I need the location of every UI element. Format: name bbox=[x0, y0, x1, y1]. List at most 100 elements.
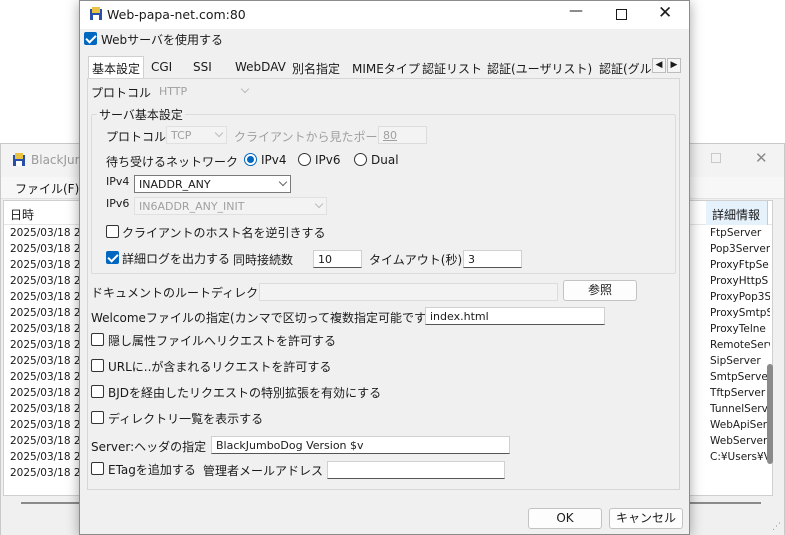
row-detail: TftpServer bbox=[710, 387, 766, 399]
row-detail: SipServer bbox=[710, 355, 761, 367]
close-icon[interactable]: ✕ bbox=[658, 3, 672, 23]
row-detail: WebApiServ bbox=[710, 419, 770, 431]
row-detail: Pop3Server bbox=[710, 243, 770, 255]
client-port-label: クライアントから見たポート bbox=[234, 130, 390, 144]
radio-ipv6-label[interactable]: IPv6 bbox=[315, 153, 341, 167]
concurrent-input[interactable]: 10 bbox=[313, 250, 362, 268]
ipv4-select-value: INADDR_ANY bbox=[139, 178, 211, 191]
server-protocol-select: TCP bbox=[166, 126, 227, 144]
listen-network-label: 待ち受けるネットワーク bbox=[106, 155, 239, 169]
timeout-label: タイムアウト(秒) bbox=[369, 253, 463, 267]
row-date: 2025/03/18 2 bbox=[10, 227, 81, 239]
resize-grip-icon[interactable]: ⋰ bbox=[772, 522, 781, 532]
menu-file[interactable]: ファイル(F) bbox=[15, 180, 79, 197]
doc-root-input[interactable] bbox=[259, 283, 558, 301]
app-icon bbox=[13, 153, 25, 166]
radio-ipv4[interactable] bbox=[244, 153, 257, 166]
browse-button[interactable]: 参照 bbox=[563, 280, 637, 301]
ipv6-select-value: IN6ADDR_ANY_INIT bbox=[139, 200, 245, 213]
protocol-label: プロトコル bbox=[91, 86, 152, 100]
column-header-date[interactable]: 日時 bbox=[10, 206, 34, 223]
row-detail: ProxyFtpSe bbox=[710, 259, 769, 271]
dialog-title: Web-papa-net.com:80 bbox=[107, 7, 246, 22]
row-detail: RemoteServ bbox=[710, 339, 770, 351]
radio-dual-label[interactable]: Dual bbox=[371, 153, 399, 167]
cancel-button[interactable]: キャンセル bbox=[609, 508, 683, 529]
server-header-label: Server:ヘッダの指定 bbox=[91, 440, 207, 454]
row-date: 2025/03/18 2 bbox=[10, 339, 81, 351]
minimize-icon[interactable]: — bbox=[569, 3, 583, 19]
etag-checkbox[interactable] bbox=[91, 462, 104, 475]
row-date: 2025/03/18 2 bbox=[10, 451, 81, 463]
tab-auth-groups[interactable]: 認証(グル bbox=[596, 58, 652, 78]
row-detail: TunnelServ bbox=[710, 403, 768, 415]
row-date: 2025/03/18 2 bbox=[10, 387, 81, 399]
admin-mail-input[interactable] bbox=[327, 461, 505, 479]
tab-scroll-right-icon[interactable]: ▶ bbox=[667, 58, 681, 73]
allow-hidden-label[interactable]: 隠し属性ファイルへリクエストを許可する bbox=[108, 332, 336, 349]
tab-webdav[interactable]: WebDAV bbox=[232, 58, 289, 78]
welcome-input[interactable]: index.html bbox=[425, 307, 605, 325]
tab-auth-list[interactable]: 認証リスト bbox=[419, 58, 485, 78]
groupbox-title: サーバ基本設定 bbox=[97, 106, 185, 123]
row-detail: FtpServer bbox=[710, 227, 762, 239]
tab-mime[interactable]: MIMEタイプ bbox=[349, 58, 423, 78]
row-detail: C:¥Users¥V bbox=[710, 451, 770, 463]
ipv4-select[interactable]: INADDR_ANY bbox=[134, 175, 291, 193]
admin-mail-label: 管理者メールアドレス bbox=[203, 464, 324, 478]
tab-basic[interactable]: 基本設定 bbox=[88, 56, 145, 79]
maximize-icon[interactable] bbox=[711, 153, 721, 163]
tab-auth-users[interactable]: 認証(ユーザリスト) bbox=[484, 58, 595, 78]
row-detail: ProxyHttpS bbox=[710, 275, 769, 287]
vertical-scrollbar[interactable] bbox=[767, 224, 773, 474]
allow-dotdot-checkbox[interactable] bbox=[91, 359, 104, 372]
server-header-input[interactable]: BlackJumboDog Version $v bbox=[211, 436, 510, 454]
column-header-detail[interactable]: 詳細情報 bbox=[706, 201, 768, 225]
radio-dual[interactable] bbox=[354, 153, 367, 166]
etag-label[interactable]: ETagを追加する bbox=[108, 461, 196, 478]
row-date: 2025/03/18 2 bbox=[10, 355, 81, 367]
maximize-icon[interactable] bbox=[616, 9, 627, 20]
row-date: 2025/03/18 2 bbox=[10, 419, 81, 431]
row-date: 2025/03/18 2 bbox=[10, 259, 81, 271]
detail-log-label[interactable]: 詳細ログを出力する bbox=[122, 250, 230, 267]
row-detail: ProxyPop3S bbox=[710, 291, 770, 303]
chevron-down-icon bbox=[240, 84, 250, 94]
use-web-server-label[interactable]: Webサーバを使用する bbox=[101, 31, 223, 48]
reverse-lookup-checkbox[interactable] bbox=[106, 225, 119, 238]
concurrent-label: 同時接続数 bbox=[233, 253, 294, 267]
dir-listing-checkbox[interactable] bbox=[91, 411, 104, 424]
radio-ipv6[interactable] bbox=[298, 153, 311, 166]
use-web-server-checkbox[interactable] bbox=[84, 32, 97, 45]
settings-dialog: Web-papa-net.com:80 — ✕ Webサーバを使用する 基本設定… bbox=[79, 0, 690, 535]
tab-scroll-left-icon[interactable]: ◀ bbox=[652, 58, 666, 73]
bjd-ext-checkbox[interactable] bbox=[91, 385, 104, 398]
allow-dotdot-label[interactable]: URLに..が含まれるリクエストを許可する bbox=[108, 358, 331, 375]
radio-ipv4-label[interactable]: IPv4 bbox=[261, 153, 287, 167]
row-date: 2025/03/18 2 bbox=[10, 323, 81, 335]
scrollbar-thumb[interactable] bbox=[767, 364, 773, 464]
protocol-select-value: HTTP bbox=[159, 85, 188, 98]
chevron-down-icon bbox=[278, 177, 288, 187]
ipv6-label: IPv6 bbox=[106, 197, 130, 210]
chevron-down-icon bbox=[214, 128, 224, 138]
close-icon[interactable]: ✕ bbox=[755, 149, 768, 167]
ok-button[interactable]: OK bbox=[528, 508, 602, 529]
row-date: 2025/03/18 2 bbox=[10, 307, 81, 319]
timeout-input[interactable]: 3 bbox=[463, 250, 522, 268]
row-detail: WebServer bbox=[710, 435, 768, 447]
tab-alias[interactable]: 別名指定 bbox=[289, 58, 343, 78]
tab-cgi[interactable]: CGI bbox=[148, 58, 175, 78]
welcome-label: Welcomeファイルの指定(カンマで区切って複数指定可能です) bbox=[91, 311, 431, 325]
detail-log-checkbox[interactable] bbox=[106, 251, 119, 264]
dialog-titlebar: Web-papa-net.com:80 — ✕ bbox=[80, 1, 689, 29]
allow-hidden-checkbox[interactable] bbox=[91, 333, 104, 346]
reverse-lookup-label[interactable]: クライアントのホスト名を逆引きする bbox=[122, 224, 326, 241]
dir-listing-label[interactable]: ディレクトリ一覧を表示する bbox=[108, 410, 263, 427]
bjd-ext-label[interactable]: BJDを経由したリクエストの特別拡張を有効にする bbox=[108, 384, 381, 401]
client-port-input: 80 bbox=[378, 126, 427, 144]
row-date: 2025/03/18 2 bbox=[10, 275, 81, 287]
chevron-down-icon bbox=[314, 199, 324, 209]
row-date: 2025/03/18 2 bbox=[10, 371, 81, 383]
tab-ssi[interactable]: SSI bbox=[190, 58, 215, 78]
